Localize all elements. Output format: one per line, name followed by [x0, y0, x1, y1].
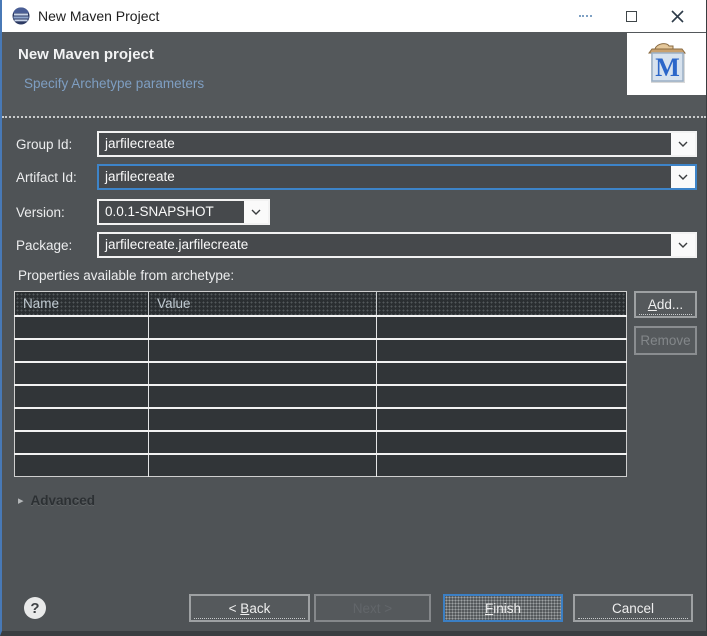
minimize-button[interactable] [562, 0, 608, 32]
finish-button[interactable]: Finish [443, 594, 563, 622]
table-cell[interactable] [148, 315, 377, 340]
advanced-label: Advanced [30, 493, 96, 508]
table-cell[interactable] [14, 338, 149, 363]
window-title: New Maven Project [38, 8, 160, 24]
table-cell[interactable] [148, 338, 377, 363]
version-label: Version: [16, 204, 65, 220]
group-id-value[interactable]: jarfilecreate [99, 133, 671, 155]
table-row[interactable] [14, 315, 627, 340]
version-combo[interactable]: 0.0.1-SNAPSHOT [97, 199, 270, 225]
new-maven-project-dialog: New Maven Project New Maven project Spec… [0, 0, 707, 636]
add-button[interactable]: Add... [634, 291, 697, 318]
wizard-content: Group Id: jarfilecreate Artifact Id: jar… [2, 118, 706, 508]
maximize-button[interactable] [608, 0, 654, 32]
artifact-id-value[interactable]: jarfilecreate [99, 166, 671, 188]
twistie-collapsed-icon: ▸ [18, 495, 24, 507]
version-row: Version: 0.0.1-SNAPSHOT [16, 199, 697, 225]
wizard-title: New Maven project [18, 46, 154, 63]
close-icon [670, 9, 684, 23]
table-cell[interactable] [148, 407, 377, 432]
column-header-name[interactable]: Name [14, 291, 149, 317]
table-cell[interactable] [376, 384, 627, 409]
eclipse-icon [12, 7, 30, 25]
table-cell[interactable] [376, 338, 627, 363]
cancel-button[interactable]: Cancel [573, 594, 693, 622]
maven-logo-icon: M [647, 43, 686, 83]
table-row[interactable] [14, 361, 627, 386]
properties-label: Properties available from archetype: [18, 268, 235, 283]
package-value[interactable]: jarfilecreate.jarfilecreate [99, 234, 671, 256]
help-button[interactable]: ? [24, 597, 46, 619]
package-dropdown-button[interactable] [671, 234, 695, 256]
table-cell[interactable] [148, 361, 377, 386]
table-cell[interactable] [14, 361, 149, 386]
table-cell[interactable] [148, 453, 377, 477]
group-id-combo[interactable]: jarfilecreate [97, 131, 697, 157]
group-id-dropdown-button[interactable] [671, 133, 695, 155]
table-cell[interactable] [14, 315, 149, 340]
table-row[interactable] [14, 453, 627, 477]
package-label: Package: [16, 237, 73, 253]
artifact-id-combo[interactable]: jarfilecreate [97, 164, 697, 190]
version-value[interactable]: 0.0.1-SNAPSHOT [99, 201, 244, 223]
close-button[interactable] [654, 0, 700, 32]
column-header-extra[interactable] [376, 291, 627, 317]
column-header-value[interactable]: Value [148, 291, 377, 317]
table-cell[interactable] [148, 384, 377, 409]
properties-table-body [14, 315, 627, 477]
chevron-down-icon [678, 174, 688, 180]
minimize-icon [578, 14, 592, 17]
chevron-down-icon [678, 242, 688, 248]
artifact-id-label: Artifact Id: [16, 169, 77, 185]
table-row[interactable] [14, 338, 627, 363]
table-cell[interactable] [376, 315, 627, 340]
artifact-id-row: Artifact Id: jarfilecreate [16, 164, 697, 190]
group-id-label: Group Id: [16, 136, 73, 152]
package-row: Package: jarfilecreate.jarfilecreate [16, 232, 697, 258]
table-cell[interactable] [376, 407, 627, 432]
next-button[interactable]: Next > [314, 594, 431, 622]
table-cell[interactable] [14, 384, 149, 409]
remove-button[interactable]: Remove [634, 326, 697, 355]
group-id-row: Group Id: jarfilecreate [16, 131, 697, 157]
help-icon: ? [30, 599, 40, 617]
table-row[interactable] [14, 407, 627, 432]
table-cell[interactable] [376, 361, 627, 386]
button-bar: ? < Back Next > Finish Cancel [2, 593, 706, 623]
artifact-id-dropdown-button[interactable] [671, 166, 695, 188]
table-cell[interactable] [376, 430, 627, 455]
properties-table-zone: Name Value Add... Remove [14, 291, 697, 477]
maven-logo-box: M [627, 33, 706, 95]
advanced-section-toggle[interactable]: ▸ Advanced [18, 493, 697, 508]
package-combo[interactable]: jarfilecreate.jarfilecreate [97, 232, 697, 258]
table-cell[interactable] [148, 430, 377, 455]
back-button[interactable]: < Back [189, 594, 310, 622]
table-row[interactable] [14, 430, 627, 455]
version-dropdown-button[interactable] [244, 201, 268, 223]
properties-table[interactable]: Name Value [14, 291, 627, 477]
wizard-header: New Maven project Specify Archetype para… [2, 32, 706, 118]
maximize-icon [625, 10, 637, 22]
svg-text:M: M [655, 53, 680, 82]
wizard-subtitle: Specify Archetype parameters [24, 76, 205, 91]
table-cell[interactable] [14, 407, 149, 432]
table-side-buttons: Add... Remove [634, 291, 697, 477]
chevron-down-icon [251, 209, 261, 215]
titlebar: New Maven Project [2, 0, 706, 32]
table-cell[interactable] [14, 430, 149, 455]
table-cell[interactable] [377, 454, 627, 477]
table-row[interactable] [14, 384, 627, 409]
chevron-down-icon [678, 141, 688, 147]
table-cell[interactable] [14, 453, 149, 477]
table-header-row: Name Value [14, 291, 627, 317]
